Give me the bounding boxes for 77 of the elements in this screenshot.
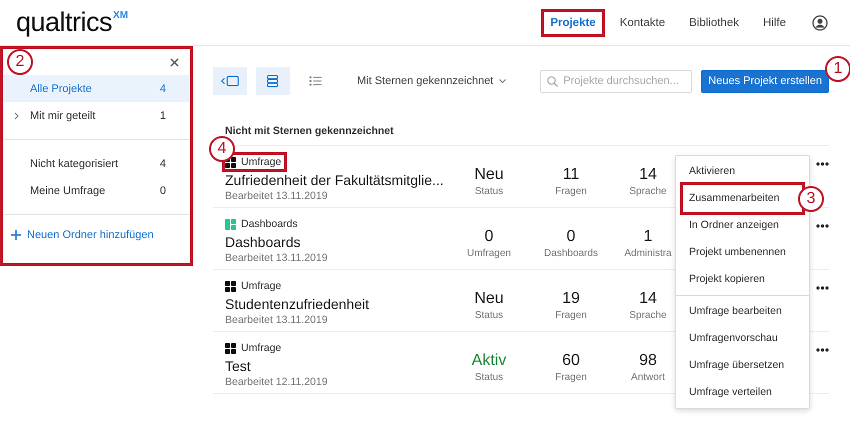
filter-dropdown[interactable]: Mit Sternen gekennzeichnet	[351, 74, 512, 88]
stat-label: Sprache	[629, 186, 667, 197]
stat-label: Status	[474, 372, 504, 383]
view-button[interactable]	[256, 67, 290, 95]
stat-label: Status	[474, 310, 504, 321]
search-field[interactable]: Projekte durchsuchen...	[540, 70, 692, 92]
four-squares-icon	[225, 280, 236, 292]
stat-value: 0	[566, 228, 576, 246]
folder-count: 1	[160, 110, 166, 122]
create-project-button[interactable]: Neues Projekt erstellen	[701, 70, 829, 92]
project-name[interactable]: Test	[225, 358, 448, 374]
stat-label: Status	[474, 186, 504, 197]
project-type: Dashboards	[225, 217, 301, 231]
add-folder-link[interactable]: Neuen Ordner hinzufügen	[0, 225, 165, 245]
folder-label: Nicht kategorisiert	[30, 158, 118, 170]
callout-number: 4	[209, 136, 235, 162]
project-name[interactable]: Zufriedenheit der Fakultätsmitglie...	[225, 172, 448, 188]
project-name[interactable]: Studentenzufriedenheit	[225, 296, 448, 312]
stat-label: Fragen	[555, 372, 587, 383]
stat-value: Neu	[474, 290, 504, 308]
close-icon[interactable]	[170, 58, 179, 67]
nav-tab[interactable]: Hilfe	[756, 12, 792, 34]
stat-label: Fragen	[555, 186, 587, 197]
caret-icon	[499, 79, 506, 83]
stat-value: 98	[639, 352, 657, 370]
project-name[interactable]: Dashboards	[225, 234, 448, 250]
menu-item[interactable]: Aktivieren	[683, 158, 802, 185]
user-icon[interactable]	[812, 14, 828, 30]
four-squares-icon	[225, 342, 236, 354]
edited-date: Bearbeitet 13.11.2019	[225, 252, 329, 264]
edited-date: Bearbeitet 13.11.2019	[225, 190, 329, 202]
stat-value: 14	[639, 166, 657, 184]
folder-label: Alle Projekte	[30, 82, 92, 94]
folder-label: Mit mir geteilt	[30, 110, 96, 122]
stat-label: Dashboards	[544, 248, 598, 259]
stat-value: Aktiv	[472, 352, 506, 370]
project-type: Umfrage	[225, 341, 284, 355]
menu-item[interactable]: Projekt umbenennen	[683, 239, 802, 266]
stat-value: 0	[484, 228, 494, 246]
stat-label: Sprache	[629, 310, 667, 321]
nav-tab[interactable]: Bibliothek	[683, 12, 745, 34]
nav-tab[interactable]: Kontakte	[614, 12, 672, 34]
folder-toggle-icon	[219, 73, 241, 89]
folder-item[interactable]: Mit mir geteilt 1	[3, 102, 190, 129]
more-icon[interactable]	[816, 348, 829, 352]
edited-date: Bearbeitet 12.11.2019	[225, 376, 329, 388]
more-icon[interactable]	[816, 162, 829, 166]
view-button[interactable]	[213, 67, 247, 95]
stat-value: 19	[562, 290, 580, 308]
stat-value: Neu	[474, 166, 504, 184]
folder-item[interactable]: Meine Umfrage 0	[3, 177, 190, 204]
plus-icon	[11, 230, 21, 240]
folder-label: Meine Umfrage	[30, 184, 106, 196]
stat-value: 1	[644, 228, 652, 246]
stat-value: 11	[562, 166, 580, 184]
folder-count: 0	[160, 184, 166, 196]
folder-count: 4	[160, 82, 166, 94]
stat-label: Administra	[624, 248, 672, 259]
folder-item[interactable]: Nicht kategorisiert 4	[3, 150, 190, 177]
more-icon[interactable]	[816, 286, 829, 290]
menu-item[interactable]: Umfrage bearbeiten	[683, 298, 802, 325]
menu-item[interactable]: In Ordner anzeigen	[683, 212, 802, 239]
dashboard-blocks-icon	[225, 218, 236, 230]
search-icon	[547, 76, 558, 86]
stat-label: Umfragen	[467, 248, 511, 259]
stat-label: Fragen	[555, 310, 587, 321]
stat-value: 14	[639, 290, 657, 308]
folder-item[interactable]: Alle Projekte 4	[3, 75, 190, 102]
edited-date: Bearbeitet 13.11.2019	[225, 314, 329, 326]
project-type: Umfrage	[225, 279, 284, 293]
stat-value: 60	[562, 352, 580, 370]
menu-item[interactable]: Umfrage übersetzen	[683, 352, 802, 379]
folder-count: 4	[160, 158, 166, 170]
more-icon[interactable]	[816, 224, 829, 228]
chevron-icon[interactable]	[14, 112, 19, 120]
stat-label: Antwort	[631, 372, 665, 383]
callout-number: 1	[825, 56, 850, 82]
